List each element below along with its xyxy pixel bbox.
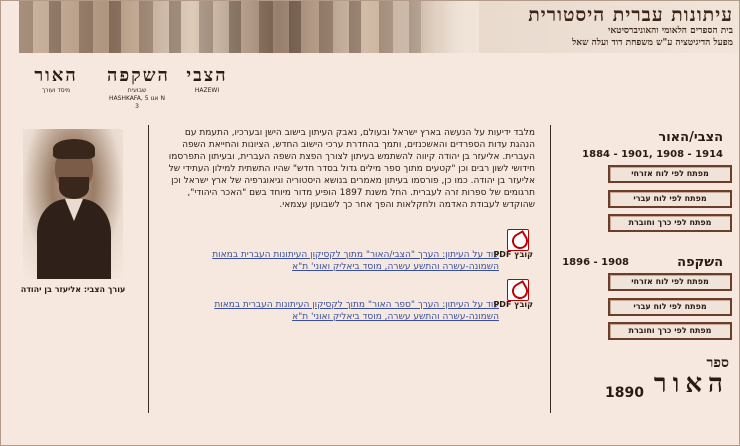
logo-hashkafa[interactable]: השקפה שבועית HASHKAFA, 5 אגו N 3 [107, 65, 168, 111]
editor-portrait-photo [23, 129, 123, 279]
section-years-hashkafa: 1896 - 1908 [562, 257, 629, 268]
logo-haor[interactable]: האור מיסד ועורך [25, 65, 87, 95]
page: עיתונות עברית היסטורית בית הספרים הלאומי… [0, 0, 740, 446]
sefer-haor-title: האור [653, 369, 729, 399]
hazewi-index-hebrew-calendar-button[interactable]: מפתח לפי לוח עברי [608, 190, 732, 208]
portrait-caption: עורך הצבי: אליעזר בן יהודה [20, 285, 126, 294]
banner-title-block: עיתונות עברית היסטורית בית הספרים הלאומי… [463, 5, 733, 49]
sefer-haor-link[interactable]: ספר האור 1890 [601, 355, 733, 405]
divider-left [148, 125, 149, 413]
sefer-haor-year: 1890 [605, 385, 644, 401]
site-title: עיתונות עברית היסטורית [528, 4, 733, 26]
pdf-label: קובץ PDF [493, 300, 533, 309]
site-subtitle-library: בית הספרים הלאומי והאוניברסיטאי [608, 26, 733, 36]
header-banner: עיתונות עברית היסטורית בית הספרים הלאומי… [19, 1, 739, 53]
hashkafa-index-hebrew-calendar-button[interactable]: מפתח לפי לוח עברי [608, 298, 732, 316]
section-title-hashkafa: השקפה [677, 255, 723, 270]
pdf-link-sefer-haor-lexicon[interactable]: עוד על העיתון: הערך "ספר האור" מתוך לקסי… [163, 299, 535, 323]
logo-hazewi[interactable]: הצבי HAZEWI [179, 65, 235, 95]
hazewi-index-volume-button[interactable]: מפתח לפי כרך וחוברת [608, 214, 732, 232]
newspaper-logos: האור מיסד ועורך השקפה שבועית HASHKAFA, 5… [23, 65, 243, 110]
pdf-link-hazewi-lexicon[interactable]: עוד על העיתון: הערך "הצבי/האור" מתוך לקס… [163, 249, 535, 273]
banner-photo-collage [19, 1, 439, 53]
section-years-hazewi-haor: 1884 - 1901, 1908 - 1914 [582, 149, 723, 160]
pdf-label: קובץ PDF [493, 250, 533, 259]
site-subtitle-project: מפעל הדיגיטציה ע"ש משפחת דוד ועלה שאל [572, 38, 733, 48]
pdf-item-sefer-haor: קובץ PDF עוד על העיתון: הערך "ספר האור" … [163, 279, 535, 323]
hazewi-index-civil-calendar-button[interactable]: מפתח לפי לוח אזרחי [608, 165, 732, 183]
pdf-icon[interactable] [507, 229, 529, 251]
divider-right [550, 125, 551, 413]
hashkafa-index-civil-calendar-button[interactable]: מפתח לפי לוח אזרחי [608, 273, 732, 291]
hashkafa-index-volume-button[interactable]: מפתח לפי כרך וחוברת [608, 322, 732, 340]
pdf-item-hazewi: קובץ PDF עוד על העיתון: הערך "הצבי/האור"… [163, 229, 535, 273]
section-title-hazewi-haor: הצבי/האור [658, 130, 723, 145]
newspaper-description: מלבד ידיעות על הנעשה בארץ ישראל ובעולם, … [168, 128, 535, 210]
pdf-icon[interactable] [507, 279, 529, 301]
